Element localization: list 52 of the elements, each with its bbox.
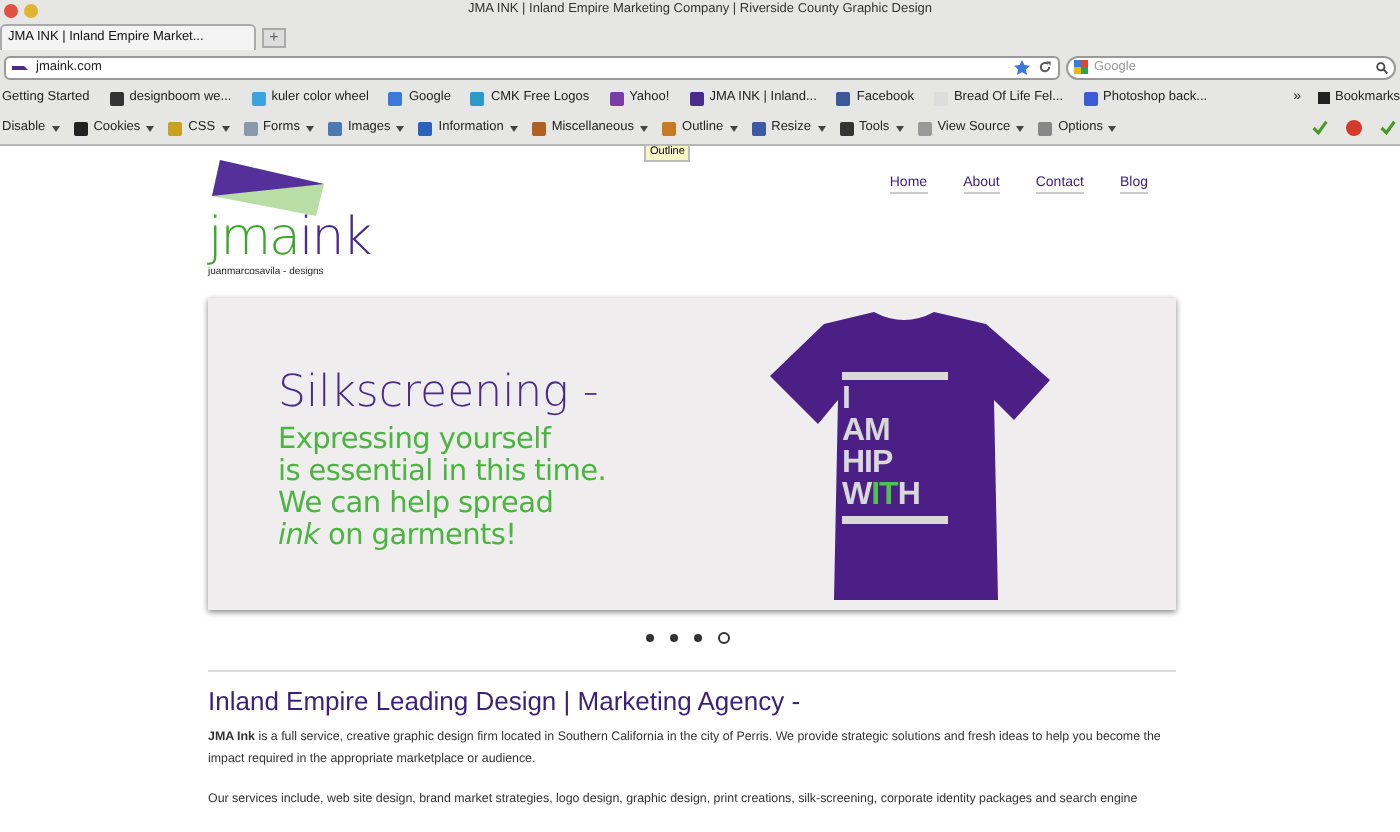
toolbar-tool-icon [917, 121, 932, 135]
bookmark-favicon-icon [388, 91, 403, 105]
bookmark-favicon-icon [470, 91, 485, 105]
checkmark-icon[interactable] [1380, 120, 1396, 136]
slide-text-line: Expressing yourself [278, 424, 554, 456]
slide-text-line: ink on garments! [278, 520, 519, 552]
bookmark-favicon-icon [689, 91, 704, 105]
caret-icon [396, 125, 405, 131]
toolbar-tool-icon [531, 121, 546, 135]
caret-icon [640, 125, 649, 131]
shirt-print-line: I [842, 384, 852, 416]
bookmark-icon [1318, 92, 1331, 104]
bookmark-favicon-icon [251, 91, 266, 105]
search-icon[interactable] [1376, 61, 1388, 73]
shirt-print-line: AM [842, 416, 892, 448]
caret-icon [305, 125, 314, 131]
toolbar-tool-icon [1038, 121, 1053, 135]
caret-icon [146, 125, 155, 131]
bookmark-favicon-icon [609, 91, 624, 105]
caret-icon [729, 125, 738, 131]
caret-icon [1108, 125, 1117, 131]
toolbar-tool-icon [168, 121, 183, 135]
star-icon[interactable] [1014, 59, 1030, 75]
toolbar-tool-icon [327, 121, 342, 135]
site-favicon-icon [12, 63, 28, 71]
caret-icon [1016, 125, 1025, 131]
section-heading: Inland Empire Leading Design | Marketing Agency - [208, 686, 803, 718]
new-tab-button[interactable]: + [262, 28, 286, 48]
reload-icon[interactable] [1038, 60, 1052, 74]
bookmark-favicon-icon [109, 91, 124, 105]
toolbar-tool-icon [662, 121, 677, 135]
shirt-print-line: WITH [842, 480, 920, 512]
caret-icon [221, 125, 230, 131]
toolbar-tool-icon [243, 121, 258, 135]
close-window-icon[interactable] [4, 4, 18, 18]
toolbar-tool-icon [418, 121, 433, 135]
toolbar-tool-icon [839, 121, 853, 135]
bookmark-favicon-icon [1083, 91, 1098, 105]
toolbar-tool-icon [73, 121, 88, 135]
shirt-print-line: HIP [842, 448, 895, 480]
caret-icon [51, 125, 60, 131]
caret-icon [817, 125, 825, 131]
error-icon[interactable] [1346, 120, 1362, 136]
slide-heading: Silkscreening - [278, 368, 601, 420]
toolbar-tool-icon [751, 121, 766, 135]
bookmark-favicon-icon [836, 91, 851, 105]
slide-text-line: We can help spread [278, 488, 556, 520]
caret-icon [895, 125, 904, 131]
slide-text-line: is essential in this time. [278, 456, 609, 488]
caret-icon [509, 125, 518, 131]
google-icon [1074, 60, 1088, 74]
checkmark-icon[interactable] [1312, 120, 1328, 136]
